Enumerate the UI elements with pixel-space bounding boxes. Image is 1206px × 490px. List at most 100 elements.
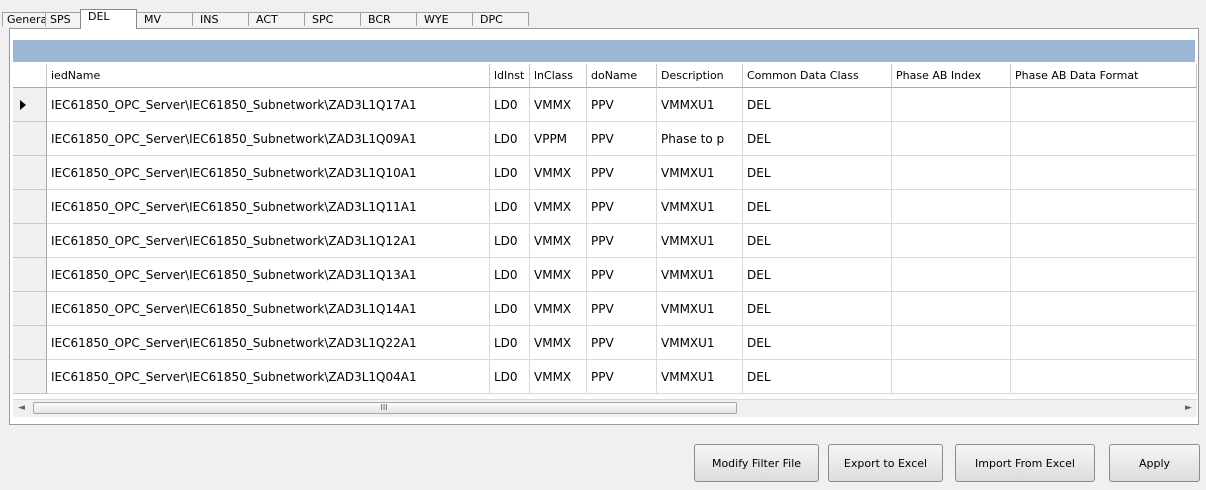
export-to-excel-button[interactable]: Export to Excel xyxy=(828,444,943,482)
cell-phase-ab-data-format[interactable] xyxy=(1011,156,1197,190)
cell-ldinst[interactable]: LD0 xyxy=(490,326,530,360)
cell-phase-ab-data-format[interactable] xyxy=(1011,88,1197,122)
cell-ldinst[interactable]: LD0 xyxy=(490,360,530,394)
tab-wye[interactable]: WYE xyxy=(416,12,473,26)
column-header-lnclass[interactable]: lnClass xyxy=(530,64,587,88)
cell-iedname[interactable]: IEC61850_OPC_Server\IEC61850_Subnetwork\… xyxy=(47,292,490,326)
cell-ldinst[interactable]: LD0 xyxy=(490,190,530,224)
cell-lnclass[interactable]: VPPM xyxy=(530,122,587,156)
cell-ldinst[interactable]: LD0 xyxy=(490,156,530,190)
row-header-cell[interactable] xyxy=(13,156,47,190)
data-grid[interactable]: iedName ldInst lnClass doName Descriptio… xyxy=(13,64,1197,397)
cell-phase-ab-index[interactable] xyxy=(892,122,1011,156)
table-row[interactable]: IEC61850_OPC_Server\IEC61850_Subnetwork\… xyxy=(13,292,1197,326)
cell-phase-ab-data-format[interactable] xyxy=(1011,360,1197,394)
tab-dpc[interactable]: DPC xyxy=(472,12,529,26)
cell-ldinst[interactable]: LD0 xyxy=(490,88,530,122)
cell-lnclass[interactable]: VMMX xyxy=(530,258,587,292)
cell-common-data-class[interactable]: DEL xyxy=(743,326,892,360)
cell-phase-ab-data-format[interactable] xyxy=(1011,190,1197,224)
horizontal-scrollbar[interactable]: ◄ III ► xyxy=(13,399,1197,417)
cell-doname[interactable]: PPV xyxy=(587,156,657,190)
table-row[interactable]: IEC61850_OPC_Server\IEC61850_Subnetwork\… xyxy=(13,258,1197,292)
row-header-cell[interactable] xyxy=(13,88,47,122)
cell-common-data-class[interactable]: DEL xyxy=(743,360,892,394)
column-header-doname[interactable]: doName xyxy=(587,64,657,88)
row-header-cell[interactable] xyxy=(13,190,47,224)
cell-description[interactable]: VMMXU1 xyxy=(657,258,743,292)
cell-description[interactable]: VMMXU1 xyxy=(657,326,743,360)
row-header-cell[interactable] xyxy=(13,326,47,360)
row-header-cell[interactable] xyxy=(13,292,47,326)
table-row[interactable]: IEC61850_OPC_Server\IEC61850_Subnetwork\… xyxy=(13,326,1197,360)
cell-lnclass[interactable]: VMMX xyxy=(530,360,587,394)
cell-phase-ab-index[interactable] xyxy=(892,292,1011,326)
table-row[interactable]: IEC61850_OPC_Server\IEC61850_Subnetwork\… xyxy=(13,190,1197,224)
cell-common-data-class[interactable]: DEL xyxy=(743,190,892,224)
tab-sps[interactable]: SPS xyxy=(45,12,81,26)
cell-description[interactable]: VMMXU1 xyxy=(657,292,743,326)
corner-header-cell[interactable] xyxy=(13,64,47,88)
cell-common-data-class[interactable]: DEL xyxy=(743,224,892,258)
cell-doname[interactable]: PPV xyxy=(587,122,657,156)
cell-phase-ab-data-format[interactable] xyxy=(1011,224,1197,258)
import-from-excel-button[interactable]: Import From Excel xyxy=(955,444,1095,482)
cell-iedname[interactable]: IEC61850_OPC_Server\IEC61850_Subnetwork\… xyxy=(47,258,490,292)
tab-bcr[interactable]: BCR xyxy=(360,12,417,26)
cell-iedname[interactable]: IEC61850_OPC_Server\IEC61850_Subnetwork\… xyxy=(47,88,490,122)
cell-common-data-class[interactable]: DEL xyxy=(743,156,892,190)
cell-phase-ab-data-format[interactable] xyxy=(1011,326,1197,360)
cell-iedname[interactable]: IEC61850_OPC_Server\IEC61850_Subnetwork\… xyxy=(47,224,490,258)
table-row[interactable]: IEC61850_OPC_Server\IEC61850_Subnetwork\… xyxy=(13,122,1197,156)
cell-phase-ab-index[interactable] xyxy=(892,326,1011,360)
cell-phase-ab-index[interactable] xyxy=(892,258,1011,292)
scroll-left-arrow-icon[interactable]: ◄ xyxy=(13,400,30,417)
cell-doname[interactable]: PPV xyxy=(587,360,657,394)
tab-ins[interactable]: INS xyxy=(192,12,249,26)
cell-iedname[interactable]: IEC61850_OPC_Server\IEC61850_Subnetwork\… xyxy=(47,360,490,394)
column-header-ldinst[interactable]: ldInst xyxy=(490,64,530,88)
cell-doname[interactable]: PPV xyxy=(587,88,657,122)
modify-filter-file-button[interactable]: Modify Filter File xyxy=(694,444,819,482)
cell-common-data-class[interactable]: DEL xyxy=(743,258,892,292)
cell-phase-ab-data-format[interactable] xyxy=(1011,122,1197,156)
cell-phase-ab-index[interactable] xyxy=(892,224,1011,258)
cell-description[interactable]: VMMXU1 xyxy=(657,360,743,394)
cell-ldinst[interactable]: LD0 xyxy=(490,258,530,292)
cell-phase-ab-data-format[interactable] xyxy=(1011,258,1197,292)
cell-phase-ab-index[interactable] xyxy=(892,88,1011,122)
cell-doname[interactable]: PPV xyxy=(587,292,657,326)
row-header-cell[interactable] xyxy=(13,122,47,156)
cell-ldinst[interactable]: LD0 xyxy=(490,292,530,326)
cell-phase-ab-index[interactable] xyxy=(892,190,1011,224)
row-header-cell[interactable] xyxy=(13,360,47,394)
table-row[interactable]: IEC61850_OPC_Server\IEC61850_Subnetwork\… xyxy=(13,224,1197,258)
cell-doname[interactable]: PPV xyxy=(587,224,657,258)
cell-common-data-class[interactable]: DEL xyxy=(743,122,892,156)
cell-lnclass[interactable]: VMMX xyxy=(530,292,587,326)
cell-phase-ab-index[interactable] xyxy=(892,360,1011,394)
cell-common-data-class[interactable]: DEL xyxy=(743,292,892,326)
column-header-iedname[interactable]: iedName xyxy=(47,64,490,88)
cell-lnclass[interactable]: VMMX xyxy=(530,224,587,258)
cell-description[interactable]: VMMXU1 xyxy=(657,190,743,224)
cell-phase-ab-data-format[interactable] xyxy=(1011,292,1197,326)
cell-iedname[interactable]: IEC61850_OPC_Server\IEC61850_Subnetwork\… xyxy=(47,190,490,224)
cell-ldinst[interactable]: LD0 xyxy=(490,224,530,258)
cell-phase-ab-index[interactable] xyxy=(892,156,1011,190)
cell-description[interactable]: VMMXU1 xyxy=(657,224,743,258)
cell-description[interactable]: VMMXU1 xyxy=(657,156,743,190)
table-row[interactable]: IEC61850_OPC_Server\IEC61850_Subnetwork\… xyxy=(13,156,1197,190)
tab-mv[interactable]: MV xyxy=(136,12,193,26)
tab-del[interactable]: DEL xyxy=(80,9,137,29)
table-row[interactable]: IEC61850_OPC_Server\IEC61850_Subnetwork\… xyxy=(13,88,1197,122)
row-header-cell[interactable] xyxy=(13,224,47,258)
cell-ldinst[interactable]: LD0 xyxy=(490,122,530,156)
tab-spc[interactable]: SPC xyxy=(304,12,361,26)
tab-general[interactable]: General xyxy=(2,12,50,26)
cell-doname[interactable]: PPV xyxy=(587,258,657,292)
column-header-phase-ab-index[interactable]: Phase AB Index xyxy=(892,64,1011,88)
cell-doname[interactable]: PPV xyxy=(587,190,657,224)
scrollbar-thumb[interactable]: III xyxy=(33,402,737,414)
cell-common-data-class[interactable]: DEL xyxy=(743,88,892,122)
